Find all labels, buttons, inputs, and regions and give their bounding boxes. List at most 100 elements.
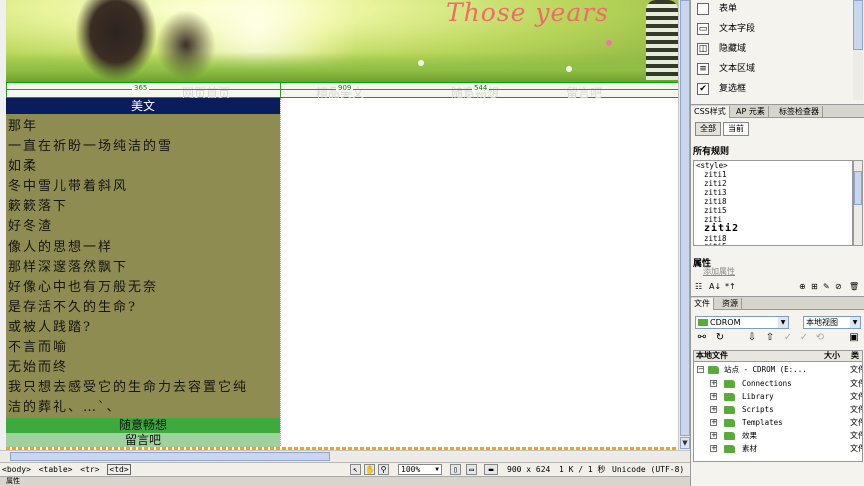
category-view-icon[interactable]: ☷ bbox=[695, 282, 702, 291]
tree-row-folder[interactable]: + Scripts 文件 bbox=[694, 403, 862, 416]
css-rule[interactable]: ziti5 bbox=[704, 206, 727, 215]
scroll-thumb[interactable] bbox=[10, 452, 330, 461]
view-select[interactable]: 本地视图 ▼ bbox=[803, 316, 861, 329]
css-rule[interactable]: ziti3 bbox=[704, 188, 727, 197]
design-view[interactable]: Those years 网页首页 精品美文 随意畅想 留言吧 365 909 5… bbox=[0, 0, 690, 462]
tree-row-folder[interactable]: + Library 文件 bbox=[694, 390, 862, 403]
zoom-select[interactable]: 100% ▼ bbox=[398, 464, 442, 475]
site-select[interactable]: CDROM ▼ bbox=[695, 316, 789, 329]
insert-hidden-field[interactable]: ◫ 隐藏域 bbox=[695, 40, 855, 59]
tree-row-folder[interactable]: + 素材 文件 bbox=[694, 442, 862, 455]
css-mode-current-button[interactable]: 当前 bbox=[723, 122, 749, 136]
refresh-icon[interactable]: ↻ bbox=[713, 332, 727, 343]
folder-icon bbox=[724, 380, 735, 388]
get-files-icon[interactable]: ⇩ bbox=[745, 332, 759, 343]
expand-icon[interactable]: + bbox=[710, 380, 717, 387]
column-size[interactable]: 大小 bbox=[824, 351, 840, 361]
connect-icon[interactable]: ⚯ bbox=[695, 332, 709, 343]
css-rule[interactable]: ziti8 bbox=[704, 197, 727, 206]
css-mode-all-button[interactable]: 全部 bbox=[695, 122, 721, 136]
column-type[interactable]: 类 bbox=[851, 351, 859, 361]
expand-icon[interactable]: + bbox=[710, 406, 717, 413]
tree-row-folder[interactable]: + 效果 文件 bbox=[694, 429, 862, 442]
css-properties-area[interactable]: 添加属性 bbox=[693, 266, 863, 280]
properties-bar[interactable]: 属性 bbox=[0, 476, 690, 486]
check-in-icon[interactable]: ✓ bbox=[797, 332, 811, 343]
chevron-down-icon: ▼ bbox=[435, 466, 439, 473]
hand-tool-icon[interactable]: ✋ bbox=[364, 464, 375, 475]
expand-icon[interactable]: + bbox=[710, 432, 717, 439]
expand-icon[interactable]: + bbox=[710, 419, 717, 426]
window-size-readout[interactable]: 900 x 624 bbox=[507, 463, 550, 476]
css-rules-list[interactable]: <style> ziti1 ziti2 ziti3 ziti8 ziti5 zi… bbox=[693, 160, 853, 246]
set-properties-icon[interactable]: *↑ bbox=[725, 282, 736, 291]
tree-row-label: Library bbox=[742, 392, 774, 401]
nav-row[interactable]: 网页首页 精品美文 随意畅想 留言吧 365 909 544 bbox=[6, 82, 678, 100]
scroll-thumb[interactable] bbox=[853, 0, 863, 50]
check-out-icon[interactable]: ✓ bbox=[781, 332, 795, 343]
tree-row-type: 文件 bbox=[850, 405, 862, 414]
add-property-link[interactable]: 添加属性 bbox=[703, 266, 735, 277]
banner-girl-figure bbox=[646, 0, 678, 80]
sort-az-icon[interactable]: A↓ bbox=[709, 282, 721, 291]
expand-icon[interactable]: + bbox=[710, 445, 717, 452]
tree-row-folder[interactable]: + Connections 文件 bbox=[694, 377, 862, 390]
tag-selector[interactable]: <body> <table> <tr> <td> bbox=[2, 463, 134, 476]
tab-files[interactable]: 文件 bbox=[691, 298, 714, 310]
scroll-thumb[interactable] bbox=[680, 0, 690, 436]
expand-panel-icon[interactable]: ▣ bbox=[847, 332, 861, 343]
new-rule-icon[interactable]: ⊞ bbox=[811, 282, 818, 291]
put-files-icon[interactable]: ⇧ bbox=[763, 332, 777, 343]
link-thoughts[interactable]: 随意畅想 bbox=[6, 418, 280, 433]
vertical-scrollbar[interactable]: ▼ bbox=[678, 0, 690, 450]
file-tree[interactable]: 本地文件 大小 类 − 站点 - CDROM (E:... 文件 + Conne… bbox=[693, 350, 863, 462]
tab-css-styles[interactable]: CSS样式 bbox=[691, 106, 730, 118]
insert-item-label: 文本区域 bbox=[719, 64, 756, 74]
page-canvas[interactable]: Those years 网页首页 精品美文 随意畅想 留言吧 365 909 5… bbox=[6, 0, 678, 450]
disable-rule-icon[interactable]: ⊘ bbox=[835, 282, 842, 291]
insert-form[interactable]: 表单 bbox=[695, 0, 855, 19]
horizontal-scrollbar[interactable] bbox=[0, 450, 690, 462]
tab-tag-inspector[interactable]: 标签检查器 bbox=[776, 106, 823, 118]
empty-content-cell[interactable] bbox=[281, 98, 678, 448]
attach-style-icon[interactable]: ⊕ bbox=[799, 282, 806, 291]
trash-icon[interactable]: 🗑 bbox=[849, 282, 859, 291]
tag-body[interactable]: <body> bbox=[2, 465, 31, 474]
css-rule[interactable]: ziti5 bbox=[704, 242, 727, 245]
tab-assets[interactable]: 资源 bbox=[719, 298, 742, 310]
tag-tr[interactable]: <tr> bbox=[80, 465, 99, 474]
tag-td[interactable]: <td> bbox=[107, 464, 131, 475]
window-size-icon[interactable]: ▯ bbox=[450, 464, 461, 475]
tag-table[interactable]: <table> bbox=[39, 465, 73, 474]
checkbox-icon: ✔ bbox=[697, 83, 709, 95]
column-local-files[interactable]: 本地文件 bbox=[696, 351, 728, 361]
insert-textarea[interactable]: ≡ 文本区域 bbox=[695, 60, 855, 79]
css-rule[interactable]: ziti2 bbox=[704, 179, 727, 188]
dimension-label-left: 365 bbox=[132, 84, 150, 92]
zoom-tool-icon[interactable]: ⚲ bbox=[378, 464, 389, 475]
css-rule[interactable]: ziti1 bbox=[704, 170, 727, 179]
folder-icon bbox=[724, 432, 735, 440]
link-guestbook[interactable]: 留言吧 bbox=[6, 433, 280, 448]
select-tool-icon[interactable]: ↖ bbox=[350, 464, 361, 475]
css-rules-scrollbar[interactable] bbox=[853, 160, 863, 246]
css-rule[interactable]: <style> bbox=[696, 161, 728, 170]
tree-row-label: 效果 bbox=[742, 431, 757, 440]
tab-ap-elements[interactable]: AP 元素 bbox=[733, 106, 769, 118]
insert-panel-scrollbar[interactable] bbox=[853, 0, 863, 100]
expand-icon[interactable]: + bbox=[710, 393, 717, 400]
edit-rule-icon[interactable]: ✎ bbox=[823, 282, 830, 291]
tree-row-folder[interactable]: + Templates 文件 bbox=[694, 416, 862, 429]
sync-icon[interactable]: ⟲ bbox=[813, 332, 827, 343]
tree-row-type: 文件 bbox=[850, 418, 862, 427]
window-size-icon[interactable]: ▭ bbox=[466, 464, 477, 475]
poem-cell[interactable]: 那年 一直在祈盼一场纯洁的雪 如柔 冬中雪儿带着斜风 簌簌落下 好冬渣 像人的思… bbox=[6, 114, 280, 418]
tree-row-site-root[interactable]: − 站点 - CDROM (E:... 文件 bbox=[694, 363, 862, 376]
insert-text-field[interactable]: ▭ 文本字段 bbox=[695, 20, 855, 39]
monitor-icon[interactable]: ▬ bbox=[484, 464, 498, 475]
scroll-down-arrow-icon[interactable]: ▼ bbox=[680, 437, 690, 449]
css-rule[interactable]: ziti2 bbox=[704, 223, 739, 234]
insert-checkbox[interactable]: ✔ 复选框 bbox=[695, 80, 855, 99]
scroll-thumb[interactable] bbox=[854, 171, 862, 205]
collapse-icon[interactable]: − bbox=[697, 366, 704, 373]
